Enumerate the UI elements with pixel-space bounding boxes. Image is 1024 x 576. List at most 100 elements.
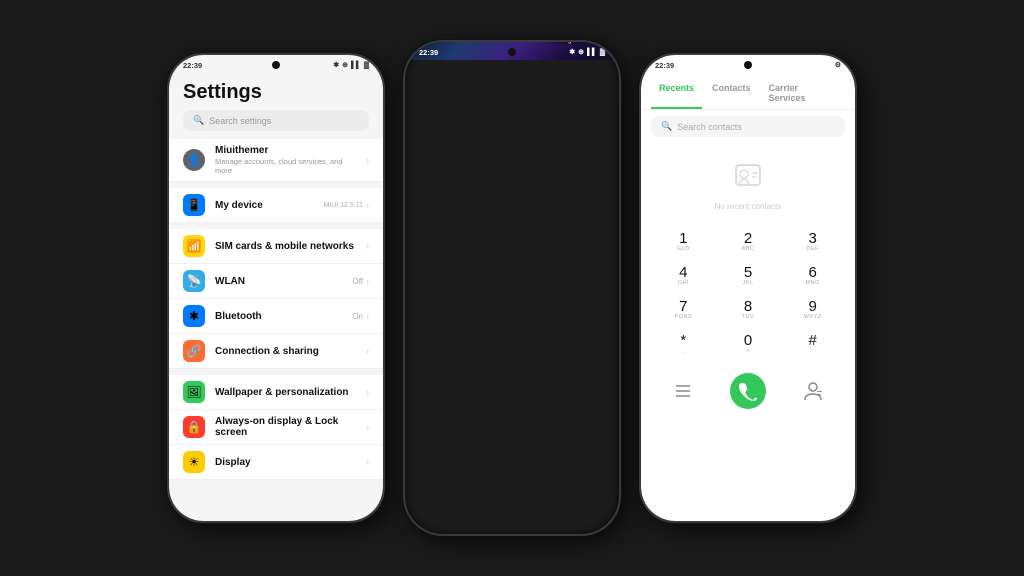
chevron-icon: › xyxy=(366,311,369,321)
settings-item-mydevice[interactable]: 📱 My device MIUI 12.5.11 › xyxy=(169,188,383,223)
no-contacts-icon xyxy=(730,155,766,198)
wlan-label: WLAN xyxy=(215,276,342,287)
display-label: Display xyxy=(215,457,356,468)
bluetooth-icon: ✱ xyxy=(569,48,575,56)
phone-game: 22:39 ✱ ⊕ ▌▌ ▓ xyxy=(403,40,621,536)
settings-item-wlan[interactable]: 📡 WLAN Off › xyxy=(169,264,383,299)
chevron-icon: › xyxy=(366,387,369,397)
chevron-icon: › xyxy=(366,457,369,467)
dial-key-star[interactable]: * , xyxy=(661,329,705,359)
dial-key-4[interactable]: 4 GHI xyxy=(661,261,705,291)
dialer-bottom-bar xyxy=(641,367,855,419)
no-contacts-text: No recent contacts xyxy=(715,202,782,211)
dial-key-5[interactable]: 5 JKL xyxy=(726,261,770,291)
wlan-status: Off xyxy=(352,277,363,286)
dial-key-7[interactable]: 7 PQRS xyxy=(661,295,705,325)
chevron-icon: › xyxy=(366,276,369,286)
settings-item-simcards[interactable]: 📶 SIM cards & mobile networks › xyxy=(169,229,383,264)
status-icons: ✱ ⊕ ▌▌ ▓ xyxy=(569,48,605,56)
dial-key-hash[interactable]: # xyxy=(791,329,835,359)
display-icon: ☀ xyxy=(183,451,205,473)
dial-key-1[interactable]: 1 GLD xyxy=(661,227,705,257)
alwayson-label: Always-on display & Lock screen xyxy=(215,416,356,438)
wallpaper-label: Wallpaper & personalization xyxy=(215,387,356,398)
wallpaper-icon: 🖼 xyxy=(183,381,205,403)
dialer-tabs: Recents Contacts Carrier Services xyxy=(641,73,855,110)
contacts-button[interactable] xyxy=(795,373,831,409)
dial-key-6[interactable]: 6 MNO xyxy=(791,261,835,291)
miuithemer-icon: 👤 xyxy=(183,149,205,171)
bluetooth-status-icon: ✱ xyxy=(333,61,339,69)
mydevice-icon: 📱 xyxy=(183,194,205,216)
bluetooth-icon: ✱ xyxy=(183,305,205,327)
bluetooth-status: On xyxy=(352,312,363,321)
dialpad: 1 GLD 2 ABC 3 DEF 4 GHI xyxy=(641,223,855,367)
signal-icon: ▌▌ xyxy=(351,62,361,69)
mydevice-label: My device xyxy=(215,200,313,211)
chevron-icon: › xyxy=(366,155,369,165)
settings-screen: 22:39 ✱ ⊕ ▌▌ ▓ Settings 🔍 Search setting… xyxy=(169,55,383,521)
settings-item-bluetooth[interactable]: ✱ Bluetooth On › xyxy=(169,299,383,334)
dialer-screen: 22:39 ⚙ Recents Contacts Carrier Service… xyxy=(641,55,855,521)
search-icon: 🔍 xyxy=(193,115,204,126)
wlan-icon: 📡 xyxy=(183,270,205,292)
status-time: 22:39 xyxy=(183,61,202,70)
settings-item-alwayson[interactable]: 🔒 Always-on display & Lock screen › xyxy=(169,410,383,445)
settings-item-miuithemer[interactable]: 👤 Miuithemer Manage accounts, cloud serv… xyxy=(169,139,383,182)
menu-button[interactable] xyxy=(665,373,701,409)
settings-small-icon[interactable]: ⚙ xyxy=(835,61,841,69)
tab-recents[interactable]: Recents xyxy=(651,79,702,109)
signal-icon: ▌▌ xyxy=(587,49,597,56)
simcards-icon: 📶 xyxy=(183,235,205,257)
settings-search-bar[interactable]: 🔍 Search settings xyxy=(183,110,369,131)
chevron-icon: › xyxy=(366,422,369,432)
phone-dialer: 22:39 ⚙ Recents Contacts Carrier Service… xyxy=(639,53,857,523)
dialpad-row-4: * , 0 + # xyxy=(651,329,845,359)
miuithemer-sub: Manage accounts, cloud services, and mor… xyxy=(215,157,356,175)
settings-item-display[interactable]: ☀ Display › xyxy=(169,445,383,480)
phones-container: 22:39 ✱ ⊕ ▌▌ ▓ Settings 🔍 Search setting… xyxy=(0,0,1024,576)
wifi-icon: ⊕ xyxy=(578,48,584,56)
call-button[interactable] xyxy=(730,373,766,409)
camera-hole xyxy=(744,61,752,69)
search-placeholder: Search contacts xyxy=(677,122,742,132)
dial-key-9[interactable]: 9 WXYZ xyxy=(791,295,835,325)
tab-contacts[interactable]: Contacts xyxy=(704,79,759,109)
settings-item-wallpaper[interactable]: 🖼 Wallpaper & personalization › xyxy=(169,375,383,410)
dialpad-row-3: 7 PQRS 8 TUV 9 WXYZ xyxy=(651,295,845,325)
chevron-icon: › xyxy=(366,346,369,356)
chevron-icon: › xyxy=(366,200,369,210)
settings-item-connection[interactable]: 🔗 Connection & sharing › xyxy=(169,334,383,369)
chevron-icon: › xyxy=(366,241,369,251)
status-bar-dialer: 22:39 ⚙ xyxy=(641,55,855,73)
dial-key-0[interactable]: 0 + xyxy=(726,329,770,359)
dialpad-row-2: 4 GHI 5 JKL 6 MNO xyxy=(651,261,845,291)
miui-version: MIUI 12.5.11 xyxy=(323,202,363,209)
search-icon: 🔍 xyxy=(661,121,672,132)
no-contacts-area: No recent contacts xyxy=(641,143,855,223)
settings-search-placeholder: Search settings xyxy=(209,116,271,126)
camera-hole xyxy=(272,61,280,69)
dial-key-3[interactable]: 3 DEF xyxy=(791,227,835,257)
battery-icon: ▓ xyxy=(600,49,605,56)
simcards-label: SIM cards & mobile networks xyxy=(215,241,356,252)
dial-key-8[interactable]: 8 TUV xyxy=(726,295,770,325)
dialpad-row-1: 1 GLD 2 ABC 3 DEF xyxy=(651,227,845,257)
dial-key-2[interactable]: 2 ABC xyxy=(726,227,770,257)
connection-icon: 🔗 xyxy=(183,340,205,362)
tab-carrier-services[interactable]: Carrier Services xyxy=(761,79,845,109)
status-time: 22:39 xyxy=(655,61,674,70)
miuithemer-label: Miuithemer xyxy=(215,145,356,156)
settings-list: 👤 Miuithemer Manage accounts, cloud serv… xyxy=(169,135,383,521)
status-icons: ✱ ⊕ ▌▌ ▓ xyxy=(333,61,369,69)
status-bar-settings: 22:39 ✱ ⊕ ▌▌ ▓ xyxy=(169,55,383,73)
game-screen: 22:39 ✱ ⊕ ▌▌ ▓ xyxy=(405,42,619,60)
settings-header: Settings 🔍 Search settings xyxy=(169,73,383,135)
alwayson-icon: 🔒 xyxy=(183,416,205,438)
bluetooth-label: Bluetooth xyxy=(215,311,342,322)
status-icons: ⚙ xyxy=(835,61,841,69)
phone-settings: 22:39 ✱ ⊕ ▌▌ ▓ Settings 🔍 Search setting… xyxy=(167,53,385,523)
dialer-search-bar[interactable]: 🔍 Search contacts xyxy=(651,116,845,137)
status-time: 22:39 xyxy=(419,48,438,57)
camera-hole xyxy=(508,48,516,56)
